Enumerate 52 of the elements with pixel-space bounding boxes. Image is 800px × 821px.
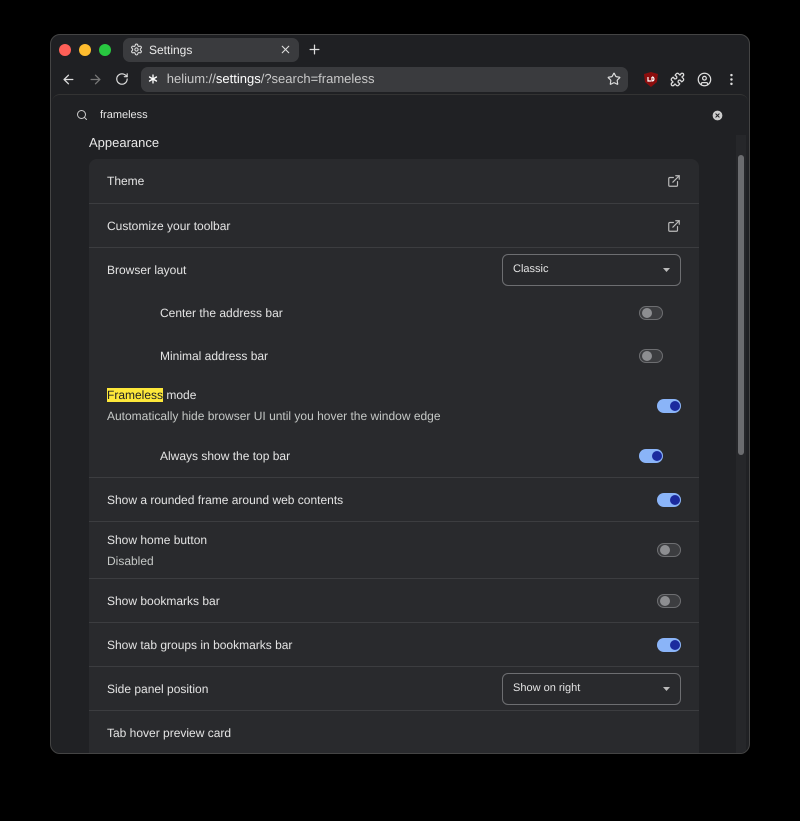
caret-icon — [663, 268, 670, 272]
new-tab-icon[interactable] — [307, 42, 322, 57]
toggle-switch[interactable] — [657, 638, 681, 652]
setting-label: Theme — [107, 173, 146, 190]
address-bar[interactable]: helium://settings/?search=frameless — [140, 66, 628, 92]
setting-description: Automatically hide browser UI until you hover the window edge — [107, 408, 442, 425]
setting-label: Always show the top bar — [160, 448, 292, 464]
reload-icon[interactable] — [114, 72, 129, 86]
setting-label: Show a rounded frame around web contents — [107, 492, 344, 508]
forward-icon[interactable] — [88, 72, 103, 86]
bookmark-star-icon[interactable] — [607, 72, 622, 86]
toggle-switch[interactable] — [657, 398, 681, 412]
caret-icon — [663, 686, 670, 690]
minimize-window-button[interactable] — [79, 44, 91, 56]
dropdown[interactable]: Show on right — [502, 672, 681, 704]
setting-label: Show home button — [107, 532, 208, 548]
setting-label: Customize your toolbar — [107, 218, 232, 234]
profile-icon[interactable] — [697, 72, 712, 86]
search-field[interactable]: frameless — [52, 95, 748, 135]
settings-icon — [130, 43, 143, 56]
setting-label: Show tab groups in bookmarks bar — [107, 636, 294, 654]
url-text: helium://settings/?search=frameless — [166, 70, 376, 88]
setting-label: Browser layout — [107, 262, 188, 278]
setting-label: Frameless mode — [107, 387, 198, 404]
search-icon — [76, 109, 88, 121]
toggle-switch[interactable] — [657, 543, 681, 557]
toggle-switch[interactable] — [639, 348, 663, 362]
clear-search-icon[interactable] — [711, 108, 724, 122]
tab-title: Settings — [149, 42, 194, 58]
close-window-button[interactable] — [59, 44, 71, 56]
setting-label: Tab hover preview card — [107, 724, 232, 742]
scrollbar-thumb[interactable] — [738, 155, 744, 455]
extensions-icon[interactable] — [670, 72, 686, 86]
toggle-switch[interactable] — [657, 594, 681, 608]
setting-label: Side panel position — [107, 680, 210, 698]
setting-label: Minimal address bar — [160, 348, 270, 364]
toggle-switch[interactable] — [639, 448, 663, 462]
external-link-icon[interactable] — [667, 174, 681, 188]
setting-description: Disabled — [107, 552, 155, 570]
setting-label: Center the address bar — [160, 304, 284, 322]
shield-extension-icon[interactable] — [644, 72, 658, 86]
dropdown[interactable]: Classic — [502, 254, 681, 286]
setting-label: Show bookmarks bar — [107, 592, 221, 610]
close-tab-icon[interactable] — [279, 43, 292, 56]
toggle-switch[interactable] — [657, 492, 681, 506]
back-icon[interactable] — [61, 72, 76, 86]
maximize-window-button[interactable] — [99, 44, 111, 56]
browser-tab[interactable]: Settings — [123, 38, 299, 62]
toggle-switch[interactable] — [639, 306, 663, 320]
search-value: frameless — [100, 108, 149, 123]
section-title: Appearance — [89, 135, 160, 151]
external-link-icon[interactable] — [667, 218, 681, 232]
